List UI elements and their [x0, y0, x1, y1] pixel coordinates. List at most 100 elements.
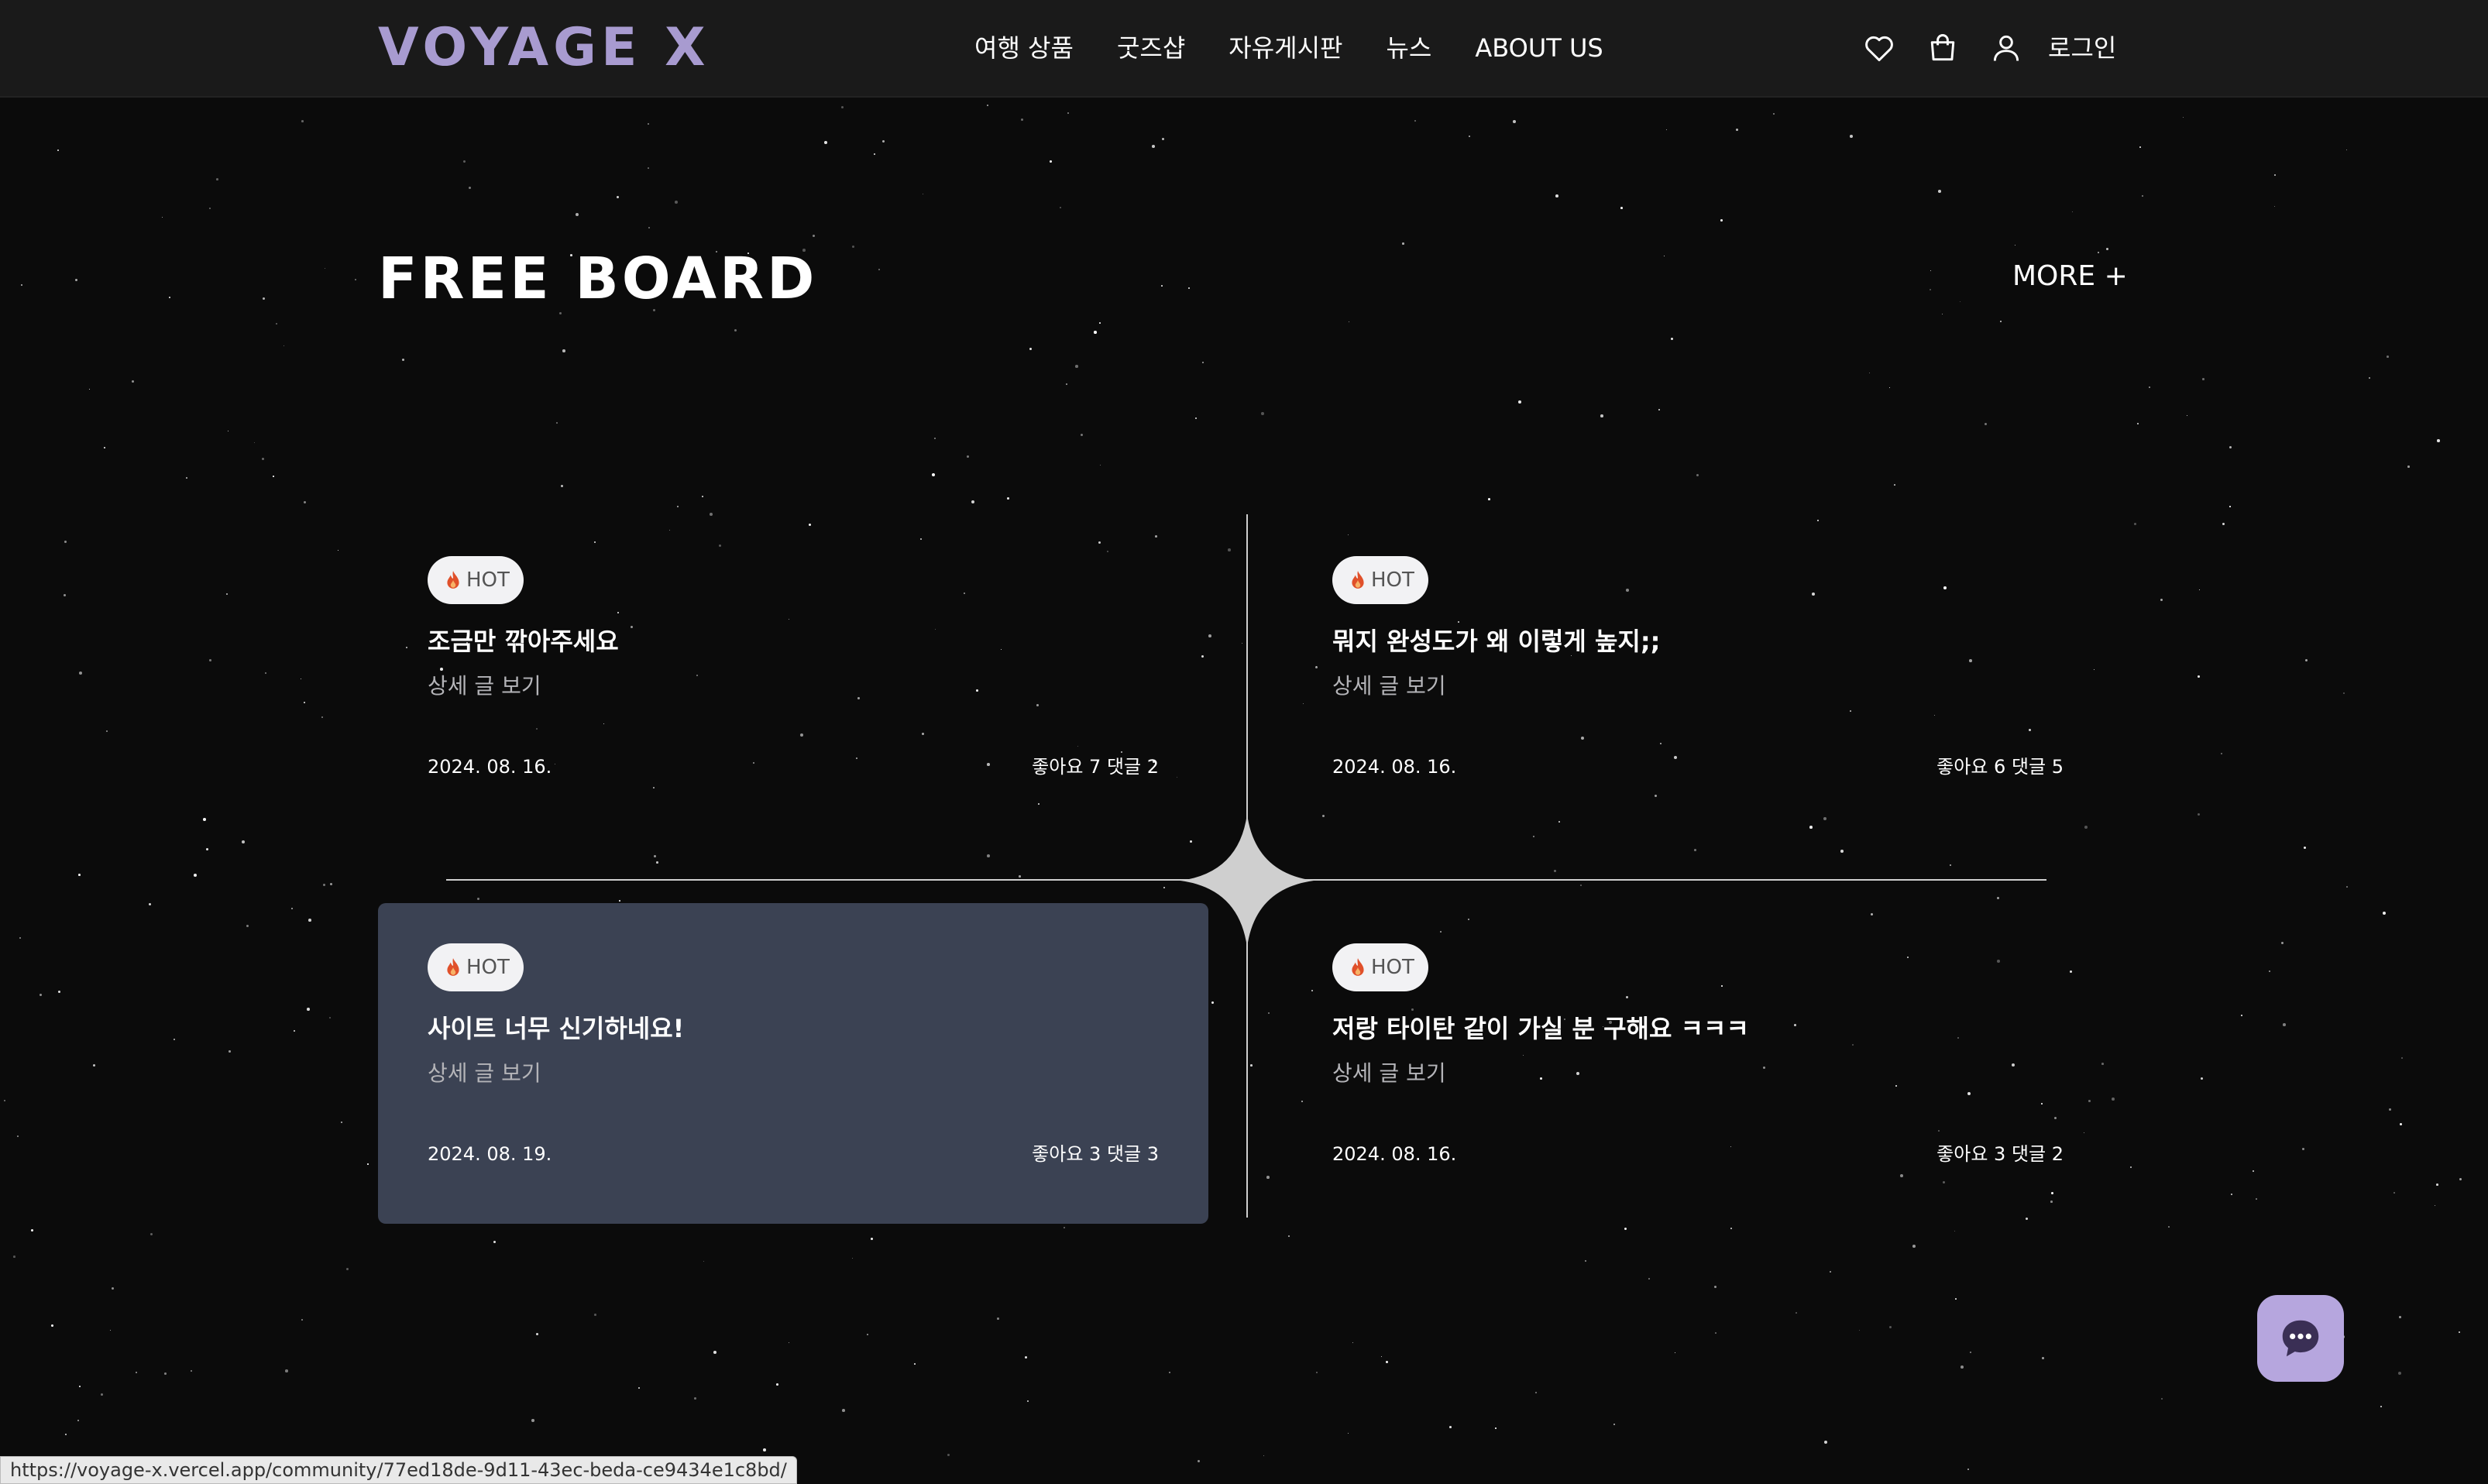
star-dot: [2241, 1015, 2242, 1016]
star-dot: [19, 937, 22, 940]
star-dot: [2274, 206, 2276, 208]
star-dot: [871, 1238, 873, 1240]
more-link[interactable]: MORE +: [2012, 257, 2128, 296]
star-dot: [1730, 1228, 1732, 1229]
nav-item-travel-products[interactable]: 여행 상품: [974, 29, 1074, 67]
star-dot: [209, 208, 211, 209]
star-dot: [852, 246, 855, 249]
star-dot: [2098, 252, 2099, 253]
star-dot: [594, 1314, 596, 1316]
nav-item-goods-shop[interactable]: 굿즈샵: [1117, 29, 1185, 67]
star-dot: [341, 1122, 342, 1123]
star-dot: [1381, 1356, 1383, 1358]
star-dot: [617, 196, 620, 199]
star-dot: [703, 1261, 705, 1262]
star-dot: [1198, 1460, 1201, 1463]
status-bar-url: https://voyage-x.vercel.app/community/77…: [0, 1456, 797, 1484]
star-dot: [1060, 207, 1062, 209]
post-title[interactable]: 뭐지 완성도가 왜 이렇게 높지;;: [1332, 623, 1660, 660]
star-dot: [40, 994, 42, 996]
star-dot: [1025, 1356, 1028, 1359]
post-detail-link[interactable]: 상세 글 보기: [428, 671, 541, 702]
star-dot: [2106, 248, 2109, 251]
post-card[interactable]: HOT 조금만 깎아주세요 상세 글 보기 2024. 08. 16. 좋아요 …: [378, 516, 1208, 836]
star-dot: [2149, 386, 2151, 389]
star-dot: [1930, 270, 1932, 272]
star-dot: [2130, 1166, 2132, 1168]
star-dot: [675, 201, 678, 204]
shopping-bag-icon[interactable]: [1926, 31, 1960, 65]
star-dot: [2042, 1357, 2044, 1359]
chat-button[interactable]: [2257, 1295, 2344, 1382]
star-dot: [694, 1397, 696, 1400]
post-title[interactable]: 저랑 타이탄 같이 가실 분 구해요 ㅋㅋㅋ: [1332, 1010, 1749, 1047]
hot-badge-label: HOT: [466, 569, 510, 592]
star-dot: [987, 105, 989, 107]
star-dot: [262, 458, 264, 460]
star-dot: [75, 279, 78, 282]
star-dot: [169, 297, 170, 298]
star-dot: [576, 213, 579, 216]
post-card[interactable]: HOT 뭐지 완성도가 왜 이렇게 높지;; 상세 글 보기 2024. 08.…: [1283, 516, 2113, 836]
star-dot: [2231, 1194, 2233, 1196]
star-dot: [1773, 113, 1775, 115]
star-dot: [2274, 174, 2277, 177]
post-detail-link[interactable]: 상세 글 보기: [1332, 1058, 1446, 1089]
star-dot: [1830, 1271, 1832, 1273]
post-date: 2024. 08. 19.: [428, 1143, 552, 1165]
star-dot: [263, 297, 266, 301]
star-dot: [1600, 414, 1603, 417]
star-dot: [493, 1241, 497, 1244]
star-dot: [2398, 1372, 2401, 1375]
star-dot: [1094, 331, 1097, 334]
site-logo[interactable]: VOYAGE X: [378, 17, 710, 79]
login-link[interactable]: 로그인: [2048, 29, 2116, 67]
star-dot: [174, 1039, 176, 1041]
star-dot: [1066, 383, 1067, 385]
post-title[interactable]: 조금만 깎아주세요: [428, 623, 619, 660]
star-dot: [1513, 120, 1516, 123]
heart-icon[interactable]: [1862, 31, 1896, 65]
star-dot: [2400, 1123, 2403, 1126]
star-dot: [654, 855, 656, 857]
star-dot: [1081, 434, 1084, 437]
star-dot: [2305, 659, 2308, 661]
hot-badge-label: HOT: [466, 956, 510, 979]
star-dot: [2183, 117, 2184, 119]
star-dot: [2198, 675, 2200, 678]
star-dot: [1228, 548, 1231, 551]
nav-item-free-board[interactable]: 자유게시판: [1229, 29, 1342, 67]
star-dot: [149, 903, 152, 906]
star-dot: [2202, 378, 2204, 380]
star-dot: [1666, 129, 1668, 131]
nav-item-about-us[interactable]: ABOUT US: [1475, 29, 1603, 67]
starfield-background: [0, 0, 2488, 1482]
star-dot: [2142, 195, 2144, 198]
star-dot: [1889, 1326, 1892, 1329]
nav-item-news[interactable]: 뉴스: [1386, 29, 1431, 67]
star-dot: [308, 919, 311, 922]
post-detail-link[interactable]: 상세 글 보기: [1332, 671, 1446, 702]
star-dot: [619, 900, 620, 902]
hot-badge: HOT: [1332, 943, 1428, 991]
post-detail-link[interactable]: 상세 글 보기: [428, 1058, 541, 1089]
star-dot: [1263, 1455, 1265, 1457]
user-icon[interactable]: [1989, 31, 2023, 65]
star-dot: [1894, 484, 1895, 486]
star-dot: [79, 1386, 81, 1387]
star-dot: [101, 1393, 103, 1396]
post-card[interactable]: HOT 저랑 타이탄 같이 가실 분 구해요 ㅋㅋㅋ 상세 글 보기 2024.…: [1283, 903, 2113, 1224]
star-dot: [556, 422, 558, 424]
star-dot: [93, 1064, 96, 1067]
star-dot: [1386, 1361, 1389, 1364]
star-dot: [914, 1363, 916, 1365]
star-dot: [1316, 1372, 1318, 1373]
star-dot: [132, 380, 134, 383]
post-title[interactable]: 사이트 너무 신기하네요!: [428, 1010, 684, 1047]
chat-bubble-icon: [2282, 1320, 2319, 1357]
post-card-hovered[interactable]: HOT 사이트 너무 신기하네요! 상세 글 보기 2024. 08. 19. …: [378, 903, 1208, 1224]
star-dot: [304, 501, 306, 503]
star-dot: [1029, 348, 1033, 351]
star-dot: [763, 1448, 766, 1451]
star-dot: [1019, 875, 1021, 878]
